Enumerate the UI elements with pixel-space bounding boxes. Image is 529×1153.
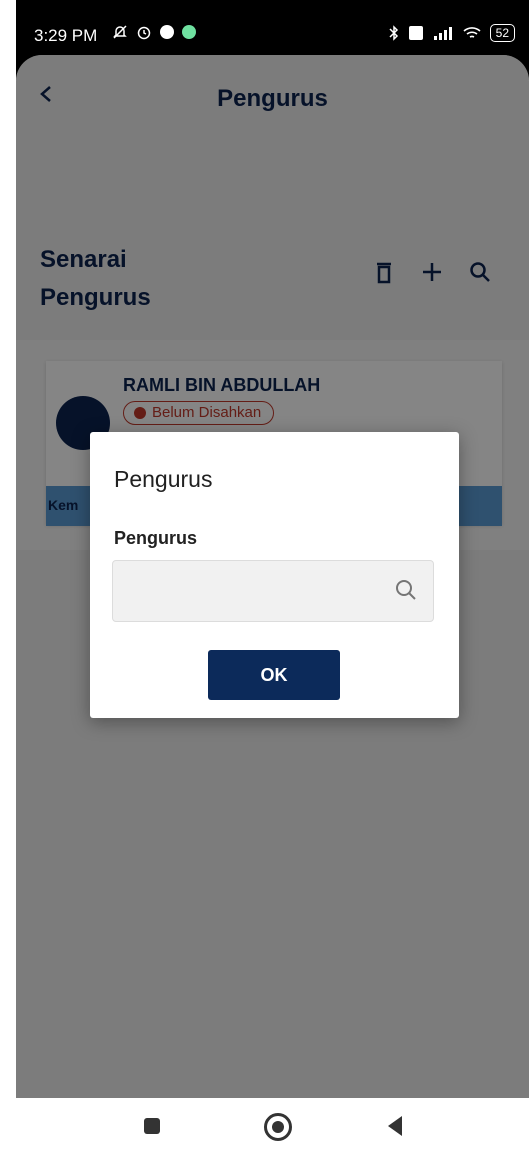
home-icon[interactable] <box>264 1113 292 1141</box>
app-notification-icon <box>182 25 196 39</box>
signal-icon <box>433 27 452 40</box>
phone-screen: 3:29 PM 52 Pengurus Senarai Pengurus RAM… <box>16 0 529 1098</box>
dialog: Pengurus Pengurus OK <box>90 432 459 718</box>
dialog-title: Pengurus <box>114 466 213 492</box>
wifi-icon <box>463 27 481 38</box>
alarm-icon <box>137 26 151 40</box>
mute-bell-icon <box>113 25 127 39</box>
search-icon[interactable] <box>393 577 419 603</box>
field-label: Pengurus <box>114 528 198 548</box>
volte-icon <box>408 26 423 40</box>
recent-apps-icon[interactable] <box>144 1118 160 1134</box>
screen-border <box>0 0 16 1153</box>
battery-indicator: 52 <box>489 24 515 42</box>
system-nav-bar <box>16 1098 529 1153</box>
pengurus-search-field[interactable] <box>112 560 434 622</box>
status-icons-left <box>112 24 196 40</box>
notification-icon <box>160 25 174 39</box>
back-icon[interactable] <box>388 1116 402 1136</box>
bluetooth-icon <box>389 25 398 41</box>
ok-button[interactable]: OK <box>208 650 340 700</box>
status-icons-right: 52 <box>388 24 515 42</box>
status-time: 3:29 PM <box>34 26 98 45</box>
